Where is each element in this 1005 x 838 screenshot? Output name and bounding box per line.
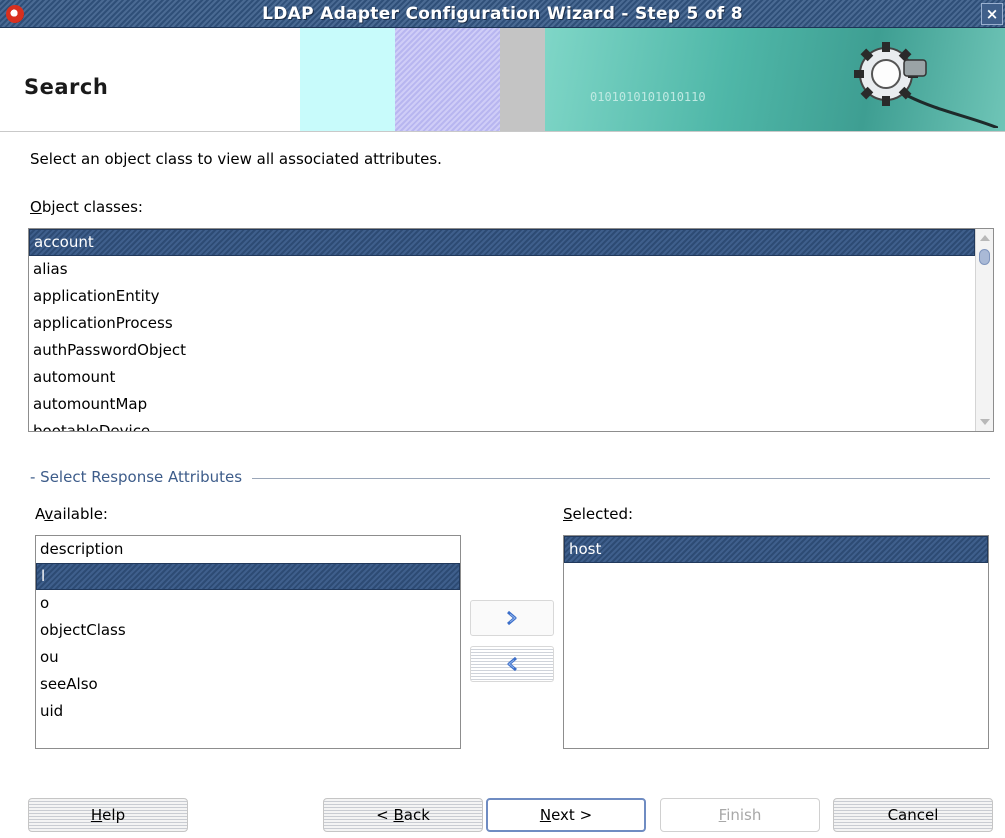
group-title: - Select Response Attributes (30, 468, 253, 486)
next-button[interactable]: Next > (486, 798, 646, 832)
page-title: Search (24, 75, 109, 99)
chevron-left-icon (507, 656, 517, 672)
scroll-up-icon[interactable] (980, 235, 990, 241)
available-attribute-item[interactable]: l (36, 563, 460, 590)
selected-attributes-list[interactable]: host (563, 535, 989, 749)
window-title: LDAP Adapter Configuration Wizard - Step… (262, 4, 743, 24)
scroll-thumb[interactable] (979, 249, 990, 265)
selected-label: Selected: (563, 505, 634, 523)
wizard-banner: Search 0101010101010110 (0, 28, 1005, 132)
available-attribute-item[interactable]: o (36, 590, 460, 617)
object-class-item[interactable]: applicationProcess (29, 310, 993, 337)
available-attribute-item[interactable]: description (36, 536, 460, 563)
window-title-bar[interactable]: LDAP Adapter Configuration Wizard - Step… (0, 0, 1005, 28)
object-class-item[interactable]: automount (29, 364, 993, 391)
move-left-button[interactable] (470, 646, 554, 682)
back-button[interactable]: < Back (323, 798, 483, 832)
banner-binary-text: 0101010101010110 (590, 90, 706, 104)
object-class-item[interactable]: applicationEntity (29, 283, 993, 310)
help-button[interactable]: Help (28, 798, 188, 832)
close-button[interactable]: × (981, 3, 1003, 25)
object-class-item[interactable]: bootableDevice (29, 418, 993, 431)
move-right-button[interactable] (470, 600, 554, 636)
object-class-item[interactable]: alias (29, 256, 993, 283)
chevron-right-icon (507, 610, 517, 626)
available-label: Available: (35, 505, 108, 523)
cancel-button[interactable]: Cancel (833, 798, 993, 832)
scroll-down-icon[interactable] (980, 419, 990, 425)
selected-attribute-item[interactable]: host (564, 536, 988, 563)
instruction-text: Select an object class to view all assoc… (30, 150, 442, 168)
available-attribute-item[interactable]: seeAlso (36, 671, 460, 698)
object-class-item[interactable]: account (29, 229, 975, 256)
object-classes-label: Object classes: (30, 198, 143, 216)
banner-graphic: 0101010101010110 (300, 28, 1005, 131)
available-attribute-item[interactable]: objectClass (36, 617, 460, 644)
object-classes-scrollbar[interactable] (975, 229, 993, 431)
available-attribute-item[interactable]: uid (36, 698, 460, 725)
gear-connector-icon (854, 42, 998, 128)
finish-button[interactable]: Finish (660, 798, 820, 832)
available-attributes-list[interactable]: description l o objectClass ou seeAlso u… (35, 535, 461, 749)
available-attribute-item[interactable]: ou (36, 644, 460, 671)
object-classes-list[interactable]: account alias applicationEntity applicat… (28, 228, 994, 432)
response-attributes-group: - Select Response Attributes (30, 468, 990, 488)
object-class-item[interactable]: authPasswordObject (29, 337, 993, 364)
object-class-item[interactable]: automountMap (29, 391, 993, 418)
